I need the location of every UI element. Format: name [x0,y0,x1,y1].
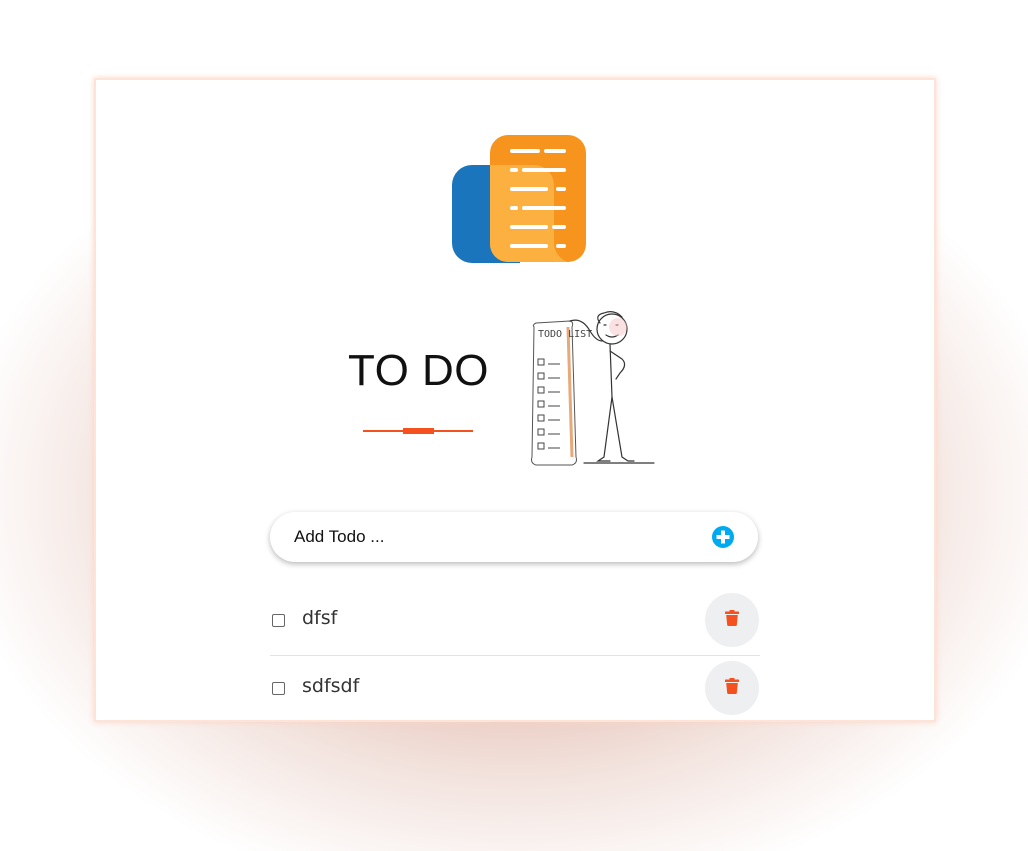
trash-icon [725,678,739,694]
page-title: TO DO [347,346,490,395]
notes-logo-icon [452,135,586,263]
add-todo-input[interactable] [294,512,694,562]
todo-text: sdfsdf [302,675,360,697]
delete-todo-button[interactable] [705,661,759,715]
todo-item: sdfsdf [270,661,760,720]
delete-todo-button[interactable] [705,593,759,647]
add-todo-button[interactable] [712,526,734,548]
todo-card: TO DO TODO LIST Add Todo ... dfsf sdfsdf [96,80,934,720]
plus-circle-icon [716,530,730,544]
todo-list-stickman-illustration: TODO LIST [531,311,655,466]
todo-checkbox[interactable] [272,614,285,627]
todo-item: dfsf [270,593,760,656]
title-underline-divider [363,428,473,434]
illustration-text: TODO LIST [538,329,592,340]
trash-icon [725,610,739,626]
todo-text: dfsf [302,607,338,629]
add-todo-bar [270,512,758,562]
todo-checkbox[interactable] [272,682,285,695]
